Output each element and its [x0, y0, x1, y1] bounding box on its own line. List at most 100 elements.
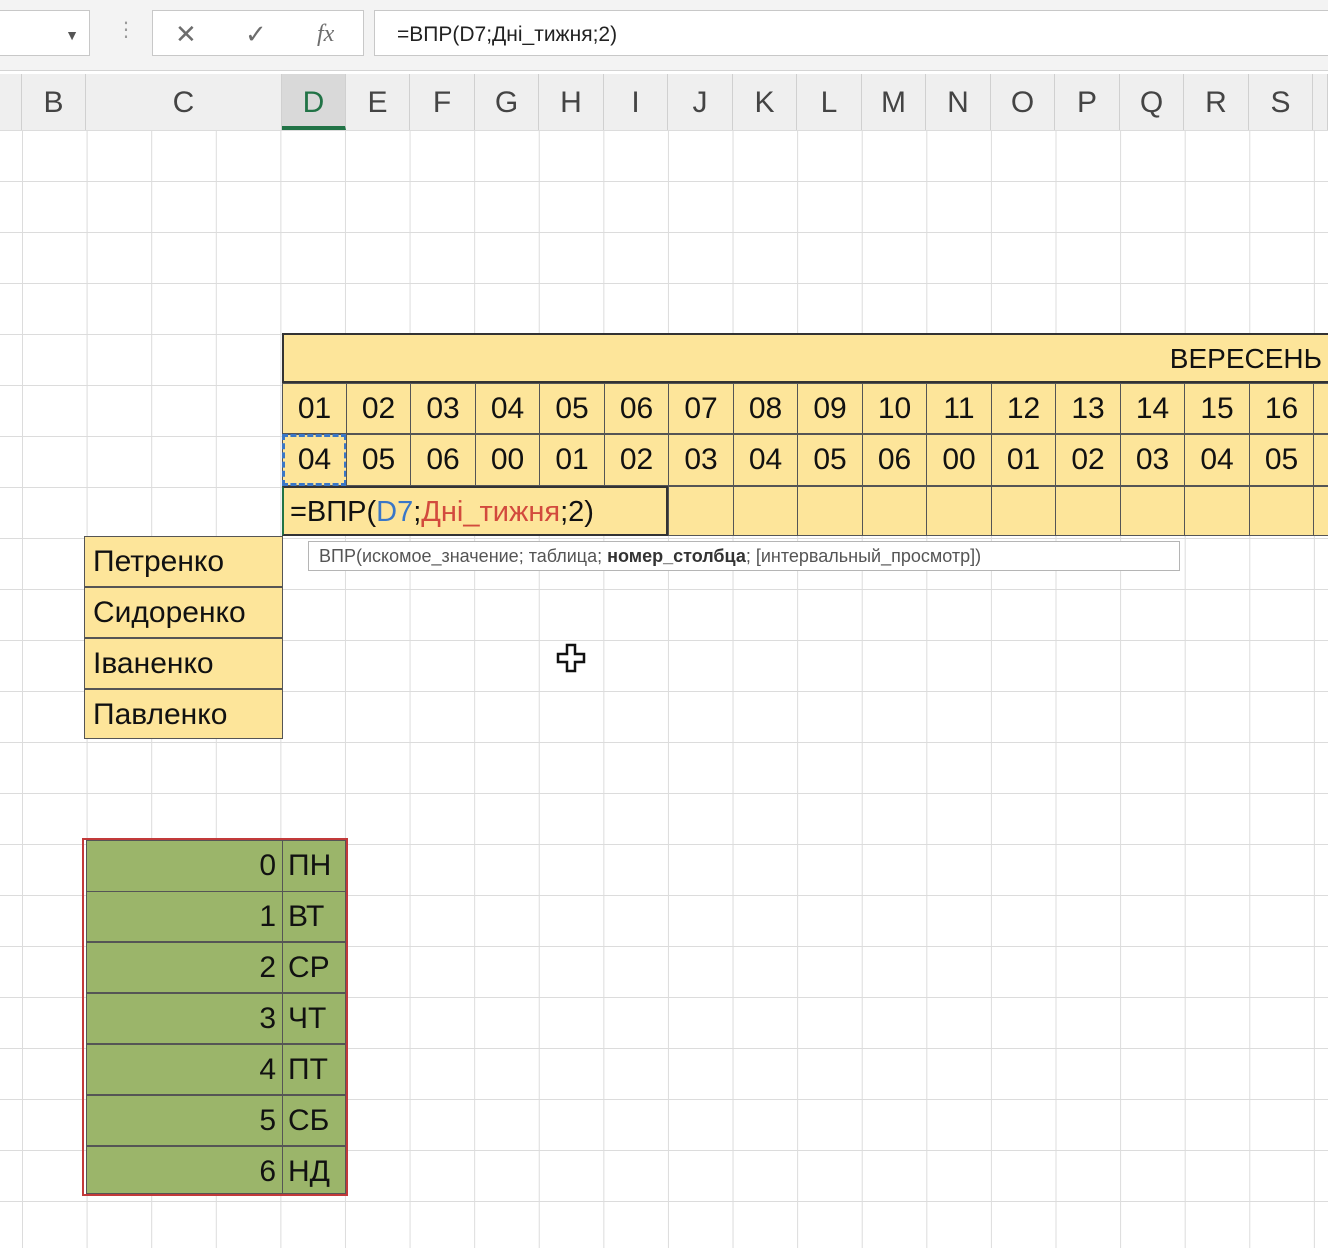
column-header-d[interactable]: D — [282, 74, 346, 130]
column-header-o[interactable]: O — [991, 74, 1055, 130]
tooltip-function-text: ВПР(искомое_значение; таблица; — [319, 546, 608, 566]
day-number-cell[interactable]: 15 — [1184, 383, 1250, 434]
formula-cell-reference: D7 — [376, 496, 414, 528]
empty-yellow-cell[interactable] — [797, 486, 863, 536]
enter-icon[interactable]: ✓ — [245, 19, 267, 49]
weekday-code-cell[interactable]: 02 — [1055, 434, 1121, 486]
formula-input[interactable]: =ВПР(D7;Дні_тижня;2) — [374, 10, 1328, 56]
column-header-r[interactable]: R — [1184, 74, 1249, 130]
day-index-cell[interactable]: 0 — [86, 840, 283, 892]
day-name-cell[interactable]: СР — [282, 942, 346, 993]
weekday-code-cell-partial[interactable] — [1313, 434, 1328, 486]
column-header-h[interactable]: H — [539, 74, 604, 130]
day-name-cell[interactable]: ПТ — [282, 1044, 346, 1095]
column-header-g[interactable]: G — [475, 74, 539, 130]
column-header-i[interactable]: I — [604, 74, 668, 130]
day-number-cell[interactable]: 07 — [668, 383, 734, 434]
day-number-cell[interactable]: 02 — [346, 383, 411, 434]
day-index-cell[interactable]: 1 — [86, 891, 283, 942]
more-options-icon: ⋮ — [116, 19, 136, 41]
empty-yellow-cell[interactable] — [1120, 486, 1185, 536]
column-header-row: B C D E F G H I J K L M N O P Q R S — [0, 74, 1328, 131]
empty-yellow-cell[interactable] — [991, 486, 1056, 536]
empty-yellow-cell[interactable] — [733, 486, 798, 536]
formula-bar: ▼ ⋮ ✕ ✓ fx =ВПР(D7;Дні_тижня;2) — [0, 0, 1328, 71]
empty-yellow-cell-partial[interactable] — [1313, 486, 1328, 536]
weekday-code-cell-selected[interactable]: 04 — [282, 434, 347, 486]
weekday-code-cell[interactable]: 06 — [410, 434, 476, 486]
formula-named-range: Дні_тижня — [421, 496, 561, 528]
day-number-cell[interactable]: 13 — [1055, 383, 1121, 434]
column-header-l[interactable]: L — [797, 74, 862, 130]
chevron-down-icon[interactable]: ▼ — [65, 27, 79, 43]
column-header-s[interactable]: S — [1249, 74, 1313, 130]
weekday-code-cell[interactable]: 05 — [797, 434, 863, 486]
day-name-cell[interactable]: СБ — [282, 1095, 346, 1146]
employee-name-cell[interactable]: Павленко — [84, 689, 283, 739]
weekday-code-cell[interactable]: 04 — [733, 434, 798, 486]
day-number-cell[interactable]: 12 — [991, 383, 1056, 434]
empty-yellow-cell[interactable] — [926, 486, 992, 536]
column-header-n[interactable]: N — [926, 74, 991, 130]
empty-yellow-cell[interactable] — [668, 486, 734, 536]
day-name-cell[interactable]: ВТ — [282, 891, 346, 942]
day-number-cell[interactable]: 03 — [410, 383, 476, 434]
column-header-partial-right[interactable] — [1313, 74, 1328, 130]
employee-name-cell[interactable]: Сидоренко — [84, 587, 283, 638]
column-header-c[interactable]: C — [86, 74, 282, 130]
column-header-e[interactable]: E — [346, 74, 410, 130]
weekday-code-cell[interactable]: 03 — [1120, 434, 1185, 486]
day-number-cell[interactable]: 10 — [862, 383, 927, 434]
formula-suffix: ;2) — [560, 496, 594, 528]
day-number-cell[interactable]: 11 — [926, 383, 992, 434]
empty-yellow-cell[interactable] — [1055, 486, 1121, 536]
day-number-cell[interactable]: 06 — [604, 383, 669, 434]
column-header-m[interactable]: M — [862, 74, 926, 130]
weekday-code-cell[interactable]: 05 — [1249, 434, 1314, 486]
day-index-cell[interactable]: 4 — [86, 1044, 283, 1095]
day-number-cell[interactable]: 04 — [475, 383, 540, 434]
function-argument-tooltip[interactable]: ВПР(искомое_значение; таблица; номер_сто… — [308, 541, 1180, 571]
weekday-code-cell[interactable]: 06 — [862, 434, 927, 486]
weekday-code-cell[interactable]: 02 — [604, 434, 669, 486]
formula-edit-cell[interactable]: =ВПР(D7;Дні_тижня;2) — [282, 486, 668, 536]
weekday-code-cell[interactable]: 01 — [991, 434, 1056, 486]
weekday-code-cell[interactable]: 05 — [346, 434, 411, 486]
empty-yellow-cell[interactable] — [862, 486, 927, 536]
month-header-cell[interactable]: ВЕРЕСЕНЬ — [282, 333, 1328, 383]
day-number-cell[interactable]: 14 — [1120, 383, 1185, 434]
day-name-cell[interactable]: ЧТ — [282, 993, 346, 1044]
weekday-code-cell[interactable]: 00 — [475, 434, 540, 486]
empty-yellow-cell[interactable] — [1184, 486, 1250, 536]
weekday-code-cell[interactable]: 04 — [1184, 434, 1250, 486]
day-number-cell[interactable]: 01 — [282, 383, 347, 434]
employee-name-cell[interactable]: Петренко — [84, 536, 283, 587]
column-header-b[interactable]: B — [22, 74, 86, 130]
column-header-f[interactable]: F — [410, 74, 475, 130]
day-number-cell[interactable]: 05 — [539, 383, 605, 434]
day-number-cell[interactable]: 16 — [1249, 383, 1314, 434]
day-name-cell[interactable]: НД — [282, 1146, 346, 1194]
column-header-k[interactable]: K — [733, 74, 797, 130]
cancel-icon[interactable]: ✕ — [175, 19, 197, 49]
column-header-partial[interactable] — [0, 74, 22, 130]
day-index-cell[interactable]: 6 — [86, 1146, 283, 1194]
weekday-code-cell[interactable]: 01 — [539, 434, 605, 486]
tooltip-current-argument: номер_столбца — [607, 546, 746, 566]
column-header-j[interactable]: J — [668, 74, 733, 130]
day-number-cell-partial[interactable] — [1313, 383, 1328, 434]
column-header-q[interactable]: Q — [1120, 74, 1184, 130]
empty-yellow-cell[interactable] — [1249, 486, 1314, 536]
day-number-cell[interactable]: 08 — [733, 383, 798, 434]
employee-name-cell[interactable]: Іваненко — [84, 638, 283, 689]
day-index-cell[interactable]: 2 — [86, 942, 283, 993]
day-number-cell[interactable]: 09 — [797, 383, 863, 434]
name-box[interactable]: ▼ — [0, 10, 90, 56]
column-header-p[interactable]: P — [1055, 74, 1120, 130]
weekday-code-cell[interactable]: 00 — [926, 434, 992, 486]
day-index-cell[interactable]: 5 — [86, 1095, 283, 1146]
weekday-code-cell[interactable]: 03 — [668, 434, 734, 486]
insert-function-icon[interactable]: fx — [317, 19, 334, 49]
day-index-cell[interactable]: 3 — [86, 993, 283, 1044]
day-name-cell[interactable]: ПН — [282, 840, 346, 892]
